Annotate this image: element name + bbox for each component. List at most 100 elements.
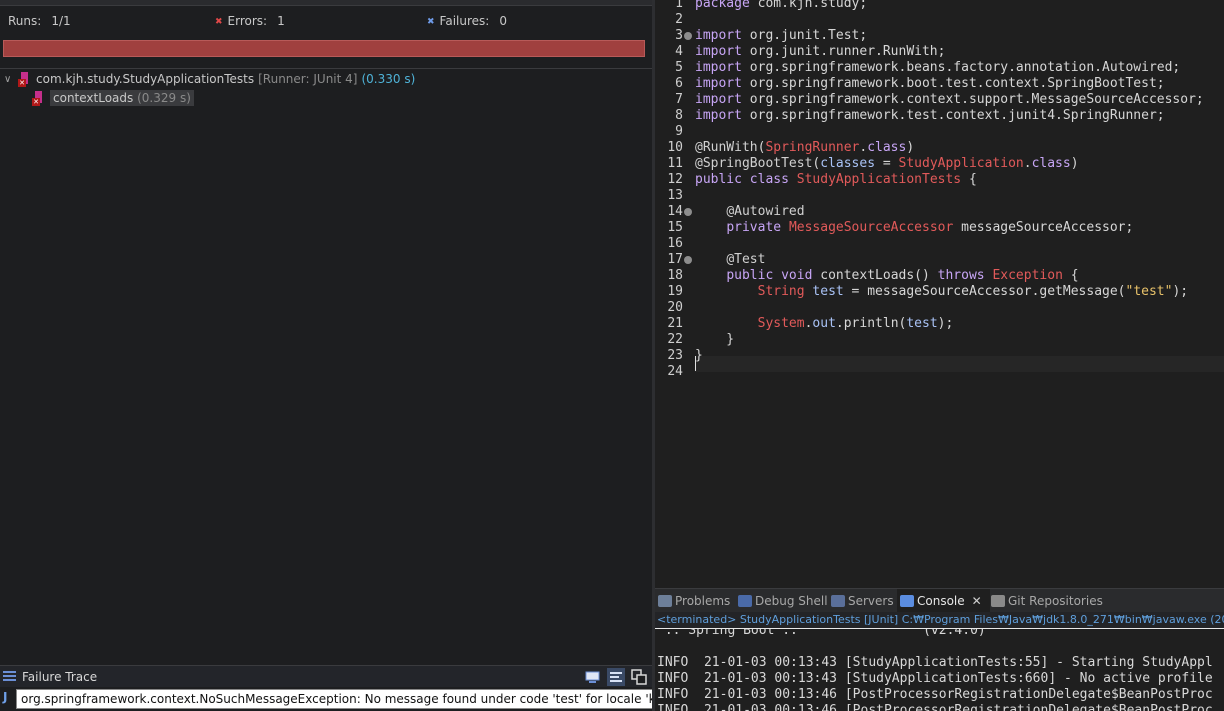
fold-toggle-icon[interactable]	[684, 32, 692, 40]
code-line[interactable]: 15 private MessageSourceAccessor message…	[655, 220, 1224, 236]
test-error-icon: ✕	[32, 91, 46, 106]
failures-counter: ✖ Failures: 0	[427, 14, 507, 28]
line-number: 7	[675, 92, 683, 107]
tree-item-suite[interactable]: ∨ ✕ com.kjh.study.StudyApplicationTests …	[4, 72, 416, 87]
code-line[interactable]: 21 System.out.println(test);	[655, 316, 1224, 332]
code-line[interactable]: 8 import org.springframework.test.context…	[655, 108, 1224, 124]
failures-value: 0	[499, 14, 507, 28]
code-text: import org.springframework.beans.factory…	[695, 60, 1181, 75]
console-line: :: Spring Boot :: (v2.4.0)	[657, 628, 986, 638]
failures-label: Failures:	[439, 14, 490, 28]
code-line[interactable]: 3 import org.junit.Test;	[655, 28, 1224, 44]
tab-git-repositories[interactable]: Git Repositories	[988, 589, 1103, 613]
console-line: INFO 21-01-03 00:13:43 [StudyApplication…	[657, 671, 1213, 686]
code-text: }	[695, 332, 735, 347]
console-icon	[900, 595, 914, 607]
errors-label: Errors:	[227, 14, 268, 28]
line-number: 10	[667, 140, 683, 155]
suite-name: com.kjh.study.StudyApplicationTests	[36, 72, 255, 86]
line-number: 11	[667, 156, 683, 171]
code-line[interactable]: 4 import org.junit.runner.RunWith;	[655, 44, 1224, 60]
tab-console[interactable]: Console ✕	[897, 589, 990, 613]
code-line[interactable]: 11 @SpringBootTest(classes = StudyApplica…	[655, 156, 1224, 172]
code-text: private MessageSourceAccessor messageSou…	[726, 220, 1134, 235]
code-line[interactable]: 18 public void contextLoads() throws Exc…	[655, 268, 1224, 284]
code-text: import org.springframework.boot.test.con…	[695, 76, 1165, 91]
code-text: import org.springframework.context.suppo…	[695, 92, 1204, 107]
tab-label: Git Repositories	[1008, 594, 1103, 608]
tab-servers[interactable]: Servers	[828, 589, 894, 613]
line-number: 9	[675, 124, 683, 139]
trace-line[interactable]: org.springframework.context.NoSuchMessag…	[16, 689, 697, 709]
console-line: INFO 21-01-03 00:13:46 [PostProcessorReg…	[657, 703, 1213, 711]
code-text: import org.springframework.test.context.…	[695, 108, 1165, 123]
errors-value: 1	[277, 14, 285, 28]
line-number: 21	[667, 316, 683, 331]
divider	[0, 68, 652, 69]
error-icon: ✖	[215, 17, 223, 27]
line-number: 23	[667, 348, 683, 363]
code-line[interactable]: 17 @Test	[655, 252, 1224, 268]
code-text: @Autowired	[726, 204, 805, 219]
chevron-down-icon[interactable]: ∨	[4, 74, 18, 85]
problems-icon	[658, 595, 672, 607]
tab-debug-shell[interactable]: Debug Shell	[735, 589, 828, 613]
line-number: 2	[675, 12, 683, 27]
runs-value: 1/1	[51, 14, 71, 28]
code-text: String test = messageSourceAccessor.getM…	[757, 284, 1189, 299]
tab-label: Debug Shell	[755, 594, 828, 608]
code-line[interactable]: 7 import org.springframework.context.supp…	[655, 92, 1224, 108]
console-output[interactable]: :: Spring Boot :: (v2.4.0) INFO 21-01-03…	[655, 628, 1224, 711]
compare-results-button[interactable]	[584, 668, 602, 686]
console-line: INFO 21-01-03 00:13:46 [PostProcessorReg…	[657, 687, 1213, 702]
test-progress-bar	[3, 40, 645, 57]
code-text: @Test	[726, 252, 766, 267]
code-text: @SpringBootTest(classes = StudyApplicati…	[695, 156, 1079, 171]
line-number: 12	[667, 172, 683, 187]
close-icon[interactable]: ✕	[972, 594, 982, 608]
code-line[interactable]: 19 String test = messageSourceAccessor.g…	[655, 284, 1224, 300]
junit-view: Runs: 1/1 ✖ Errors: 1 ✖ Failures: 0 ∨ ✕ com.k…	[0, 0, 697, 711]
junit-toolbar-strip	[0, 0, 652, 6]
code-line[interactable]: 2	[655, 12, 1224, 28]
code-line[interactable]: 14 @Autowired	[655, 204, 1224, 220]
line-number: 1	[675, 0, 683, 11]
filter-stack-trace-button[interactable]	[607, 668, 625, 686]
tree-item-test[interactable]: ✕ contextLoads (0.329 s)	[32, 90, 194, 106]
copy-trace-button[interactable]	[630, 668, 648, 686]
line-number: 14	[667, 204, 683, 219]
servers-icon	[831, 595, 845, 607]
tab-problems[interactable]: Problems	[655, 589, 730, 613]
suite-time: (0.330 s)	[361, 72, 416, 86]
code-line[interactable]: 16	[655, 236, 1224, 252]
code-line[interactable]: 24	[655, 364, 1224, 380]
fold-toggle-icon[interactable]	[684, 256, 692, 264]
line-number: 8	[675, 108, 683, 123]
code-line[interactable]: 22 }	[655, 332, 1224, 348]
line-number: 6	[675, 76, 683, 91]
fold-toggle-icon[interactable]	[684, 208, 692, 216]
failure-trace-header: Failure Trace	[0, 665, 652, 687]
code-line[interactable]: 5 import org.springframework.beans.factor…	[655, 60, 1224, 76]
line-number: 18	[667, 268, 683, 283]
line-number: 24	[667, 364, 683, 379]
code-text: public class StudyApplicationTests {	[695, 172, 977, 187]
code-line[interactable]: 1 package com.kjh.study;	[655, 0, 1224, 12]
filter-icon	[610, 672, 622, 682]
code-line[interactable]: 23}	[655, 348, 1224, 364]
runs-label: Runs:	[8, 14, 42, 28]
code-line[interactable]: 12 public class StudyApplicationTests {	[655, 172, 1224, 188]
code-editor[interactable]: 1 package com.kjh.study; 2 3 import org.juni…	[655, 0, 1224, 588]
code-line[interactable]: 20	[655, 300, 1224, 316]
tab-label: Console	[917, 594, 965, 608]
console-process-label: <terminated> StudyApplicationTests [JUni…	[655, 612, 1224, 628]
code-line[interactable]: 13	[655, 188, 1224, 204]
test-item-label: contextLoads (0.329 s)	[50, 90, 194, 106]
code-line[interactable]: 6 import org.springframework.boot.test.co…	[655, 76, 1224, 92]
errors-counter: ✖ Errors: 1	[215, 14, 285, 28]
code-text: package com.kjh.study;	[695, 0, 868, 11]
code-line[interactable]: 10 @RunWith(SpringRunner.class)	[655, 140, 1224, 156]
line-number: 3	[675, 28, 683, 43]
failure-trace-icon	[3, 671, 16, 682]
code-line[interactable]: 9	[655, 124, 1224, 140]
